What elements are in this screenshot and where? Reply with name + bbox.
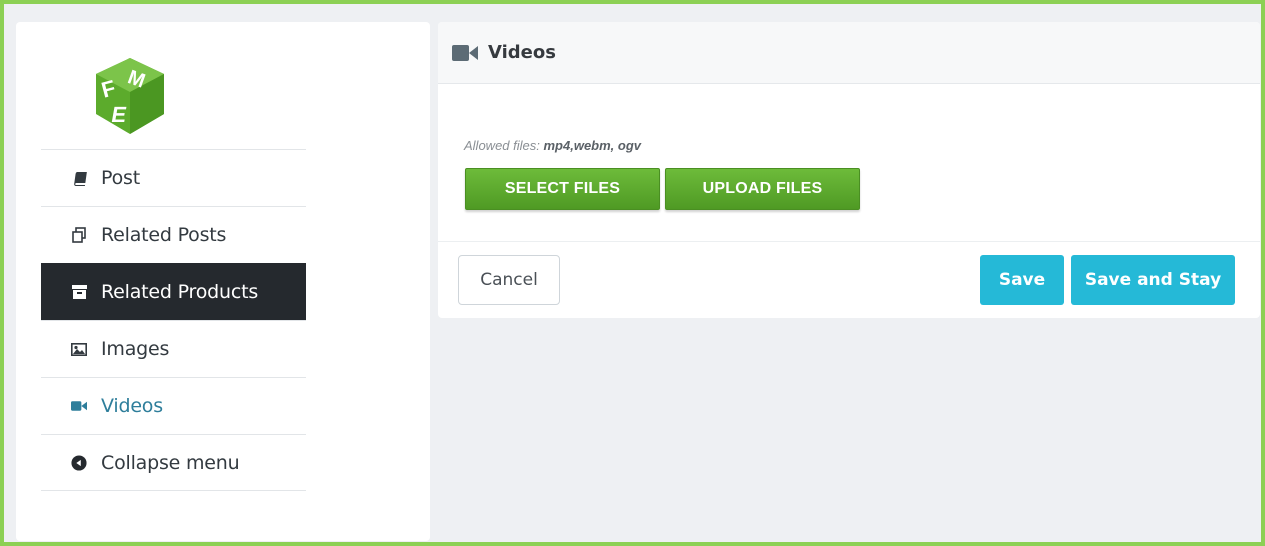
sidebar-menu: Post Related Posts Related Products Imag… (41, 149, 306, 491)
archive-box-icon (71, 284, 87, 300)
panel-header: Videos (438, 22, 1260, 84)
image-icon (71, 341, 87, 357)
sidebar-item-images[interactable]: Images (41, 320, 306, 377)
panel-title: Videos (488, 42, 556, 63)
video-camera-icon (71, 398, 87, 414)
videos-panel: Videos Allowed files: mp4,webm, ogv SELE… (438, 22, 1260, 318)
copy-icon (71, 227, 87, 243)
video-camera-icon (452, 44, 478, 62)
logo-area: F M E (16, 22, 306, 149)
collapse-arrow-icon (71, 454, 87, 471)
page-frame: F M E Post Related Posts Related Product… (0, 0, 1265, 546)
book-icon (71, 170, 87, 186)
sidebar-item-post[interactable]: Post (41, 149, 306, 206)
panel-footer-divider (438, 241, 1260, 242)
save-and-stay-button[interactable]: Save and Stay (1071, 255, 1235, 305)
allowed-files-prefix: Allowed files: (464, 138, 544, 153)
select-files-button[interactable]: SELECT FILES (465, 168, 660, 210)
save-button[interactable]: Save (980, 255, 1064, 305)
sidebar-item-label: Videos (101, 395, 163, 417)
cancel-button[interactable]: Cancel (458, 255, 560, 305)
sidebar-item-related-posts[interactable]: Related Posts (41, 206, 306, 263)
sidebar-item-label: Post (101, 167, 140, 189)
sidebar-item-label: Images (101, 338, 170, 360)
sidebar-item-collapse-menu[interactable]: Collapse menu (41, 434, 306, 491)
allowed-files-note: Allowed files: mp4,webm, ogv (464, 138, 641, 153)
sidebar-item-label: Related Products (101, 281, 259, 303)
sidebar-item-related-products[interactable]: Related Products (41, 263, 306, 320)
sidebar-item-videos[interactable]: Videos (41, 377, 306, 434)
sidebar-item-label: Collapse menu (101, 451, 240, 474)
allowed-file-types: mp4,webm, ogv (543, 138, 642, 153)
fme-logo: F M E (96, 58, 164, 134)
upload-files-button[interactable]: UPLOAD FILES (665, 168, 860, 210)
sidebar: F M E Post Related Posts Related Product… (16, 22, 430, 541)
sidebar-item-label: Related Posts (101, 224, 227, 246)
